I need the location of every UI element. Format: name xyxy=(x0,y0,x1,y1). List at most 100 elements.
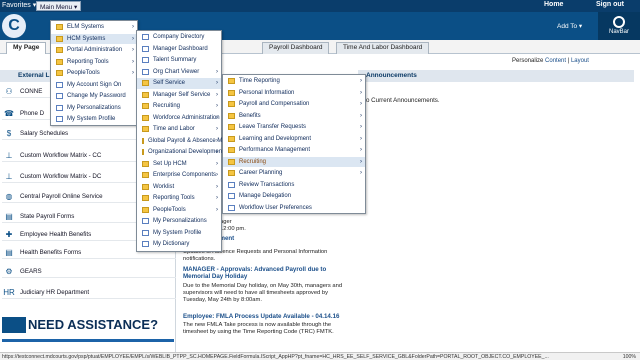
menu-item-change-my-password[interactable]: Change My Password xyxy=(51,91,137,102)
news-headline[interactable]: MANAGER - Approvals: Advanced Payroll du… xyxy=(183,266,348,280)
menu-item-career-planning[interactable]: Career Planning › xyxy=(223,168,365,179)
sign-out-link[interactable]: Sign out xyxy=(596,1,624,8)
news-headline[interactable]: Employee: FMLA Process Update Available … xyxy=(183,313,348,320)
menu-item-performance-management[interactable]: Performance Management › xyxy=(223,145,365,156)
document-icon xyxy=(56,116,63,123)
menu-item-portal-administration[interactable]: Portal Administration › xyxy=(51,45,137,56)
folder-icon xyxy=(228,158,235,165)
menu-item-label: HCM Systems xyxy=(67,35,106,42)
menu-item-reporting-tools[interactable]: Reporting Tools › xyxy=(137,193,221,204)
menu-item-manager-self-service[interactable]: Manager Self Service › xyxy=(137,90,221,101)
menu-item-worklist[interactable]: Worklist › xyxy=(137,182,221,193)
menu-item-my-system-profile[interactable]: My System Profile xyxy=(137,228,221,239)
chevron-right-icon: › xyxy=(360,147,362,154)
menu-item-review-transactions[interactable]: Review Transactions xyxy=(223,180,365,191)
chevron-right-icon: › xyxy=(216,183,218,190)
status-url: https://testconnect.mdcourts.gov/psp/ptu… xyxy=(2,354,549,360)
navbar-button[interactable]: NavBar xyxy=(598,12,640,40)
menu-item-label: Learning and Development xyxy=(239,135,312,142)
menu-item-label: PeopleTools xyxy=(153,206,186,213)
org-chart-icon: ⊥ xyxy=(5,150,13,160)
menu-item-leave-transfer-requests[interactable]: Leave Transfer Requests › xyxy=(223,122,365,133)
menu-item-personal-information[interactable]: Personal Information › xyxy=(223,88,365,99)
chevron-right-icon: › xyxy=(216,206,218,213)
menu-item-workflow-user-preferences[interactable]: Workflow User Preferences xyxy=(223,203,365,214)
menu-item-manage-delegation[interactable]: Manage Delegation xyxy=(223,191,365,202)
menu-item-set-up-hcm[interactable]: Set Up HCM › xyxy=(137,159,221,170)
main-menu-button[interactable]: Main Menu ▾ xyxy=(36,1,82,11)
folder-icon xyxy=(142,195,149,202)
menu-item-label: Talent Summary xyxy=(153,57,197,64)
menu-item-label: Time Reporting xyxy=(239,78,280,85)
document-icon xyxy=(142,45,149,52)
chevron-right-icon: › xyxy=(216,114,218,121)
menu-item-my-account-sign-on[interactable]: My Account Sign On xyxy=(51,80,137,91)
personalize-layout-link[interactable]: Layout xyxy=(571,58,589,64)
menu-item-organizational-development[interactable]: Organizational Development › xyxy=(137,147,224,158)
personalize-links: Personalize Content | Layout xyxy=(512,58,589,64)
menu-item-workforce-administration[interactable]: Workforce Administration › xyxy=(137,113,221,124)
menu-item-time-and-labor[interactable]: Time and Labor › xyxy=(137,124,221,135)
menu-item-benefits[interactable]: Benefits › xyxy=(223,111,365,122)
menu-item-elm-systems[interactable]: ELM Systems › xyxy=(51,22,137,33)
navbar-label: NavBar xyxy=(608,29,629,35)
link-judiciary-hr[interactable]: HR Judiciary HR Department xyxy=(2,287,176,299)
document-icon xyxy=(142,57,149,64)
chevron-right-icon: › xyxy=(360,135,362,142)
personalize-label: Personalize xyxy=(512,58,544,64)
document-icon xyxy=(56,104,63,111)
menu-item-org-chart-viewer[interactable]: Org Chart Viewer › xyxy=(137,67,221,78)
folder-icon xyxy=(142,206,149,213)
menu-item-my-personalizations[interactable]: My Personalizations xyxy=(51,103,137,114)
app-logo: C xyxy=(2,14,26,38)
menu-item-label: Manager Dashboard xyxy=(153,45,208,52)
add-to-menu[interactable]: Add To ▾ xyxy=(557,22,582,30)
menu-item-my-system-profile[interactable]: My System Profile xyxy=(51,114,137,125)
menu-item-talent-summary[interactable]: Talent Summary xyxy=(137,55,221,66)
need-assistance-banner[interactable]: NEED ASSISTANCE? xyxy=(2,311,174,353)
tab-time-and-labor-dashboard[interactable]: Time And Labor Dashboard xyxy=(336,42,430,54)
menu-item-recruiting[interactable]: Recruiting › xyxy=(223,156,365,167)
menu-item-reporting-tools[interactable]: Reporting Tools › xyxy=(51,57,137,68)
folder-icon xyxy=(56,47,63,54)
main-menu-dropdown: ELM Systems › HCM Systems › Portal Administr… xyxy=(50,20,138,126)
chevron-right-icon: › xyxy=(360,158,362,165)
menu-item-label: Organizational Development xyxy=(148,149,224,156)
menu-item-my-dictionary[interactable]: My Dictionary xyxy=(137,239,221,250)
link-gears[interactable]: ⚙ GEARS xyxy=(2,266,176,278)
menu-item-company-directory[interactable]: Company Directory xyxy=(137,32,221,43)
folder-icon xyxy=(228,101,235,108)
menu-item-hcm-systems[interactable]: HCM Systems › xyxy=(51,33,137,44)
menu-item-manager-dashboard[interactable]: Manager Dashboard xyxy=(137,44,221,55)
home-link[interactable]: Home xyxy=(544,1,563,8)
menu-item-self-service[interactable]: Self Service › xyxy=(137,78,221,89)
menu-item-label: Workforce Administration xyxy=(153,114,220,121)
folder-icon xyxy=(228,135,235,142)
folder-icon xyxy=(228,147,235,154)
favorites-menu[interactable]: Favorites ▾ xyxy=(2,1,36,9)
document-icon xyxy=(142,229,149,236)
menu-item-time-reporting[interactable]: Time Reporting › xyxy=(223,76,365,87)
news-text: Due to the Memorial Day holiday, on May … xyxy=(183,283,343,303)
personalize-content-link[interactable]: Content xyxy=(545,58,566,64)
menu-item-label: Leave Transfer Requests xyxy=(239,124,307,131)
menu-item-payroll-and-compensation[interactable]: Payroll and Compensation › xyxy=(223,99,365,110)
money-icon: $ xyxy=(6,128,12,138)
menu-item-my-personalizations[interactable]: My Personalizations xyxy=(137,216,221,227)
menu-item-global-payroll-absence-mgmt[interactable]: Global Payroll & Absence Mgmt › xyxy=(137,136,232,147)
menu-item-learning-and-development[interactable]: Learning and Development › xyxy=(223,134,365,145)
menu-item-peopletools[interactable]: PeopleTools › xyxy=(51,68,137,79)
menu-item-label: Payroll and Compensation xyxy=(239,101,310,108)
tab-payroll-dashboard[interactable]: Payroll Dashboard xyxy=(262,42,330,54)
assistance-bar-decoration xyxy=(2,317,26,333)
tab-my-page[interactable]: My Page xyxy=(6,42,47,54)
chevron-right-icon: › xyxy=(132,47,134,54)
zoom-level[interactable]: 100% xyxy=(623,354,636,360)
folder-icon xyxy=(142,91,149,98)
menu-item-enterprise-components[interactable]: Enterprise Components › xyxy=(137,170,221,181)
menu-item-label: Change My Password xyxy=(67,93,126,100)
menu-item-peopletools[interactable]: PeopleTools › xyxy=(137,205,221,216)
menu-item-recruiting[interactable]: Recruiting › xyxy=(137,101,221,112)
menu-item-label: Org Chart Viewer xyxy=(153,68,200,75)
folder-icon xyxy=(142,103,149,110)
